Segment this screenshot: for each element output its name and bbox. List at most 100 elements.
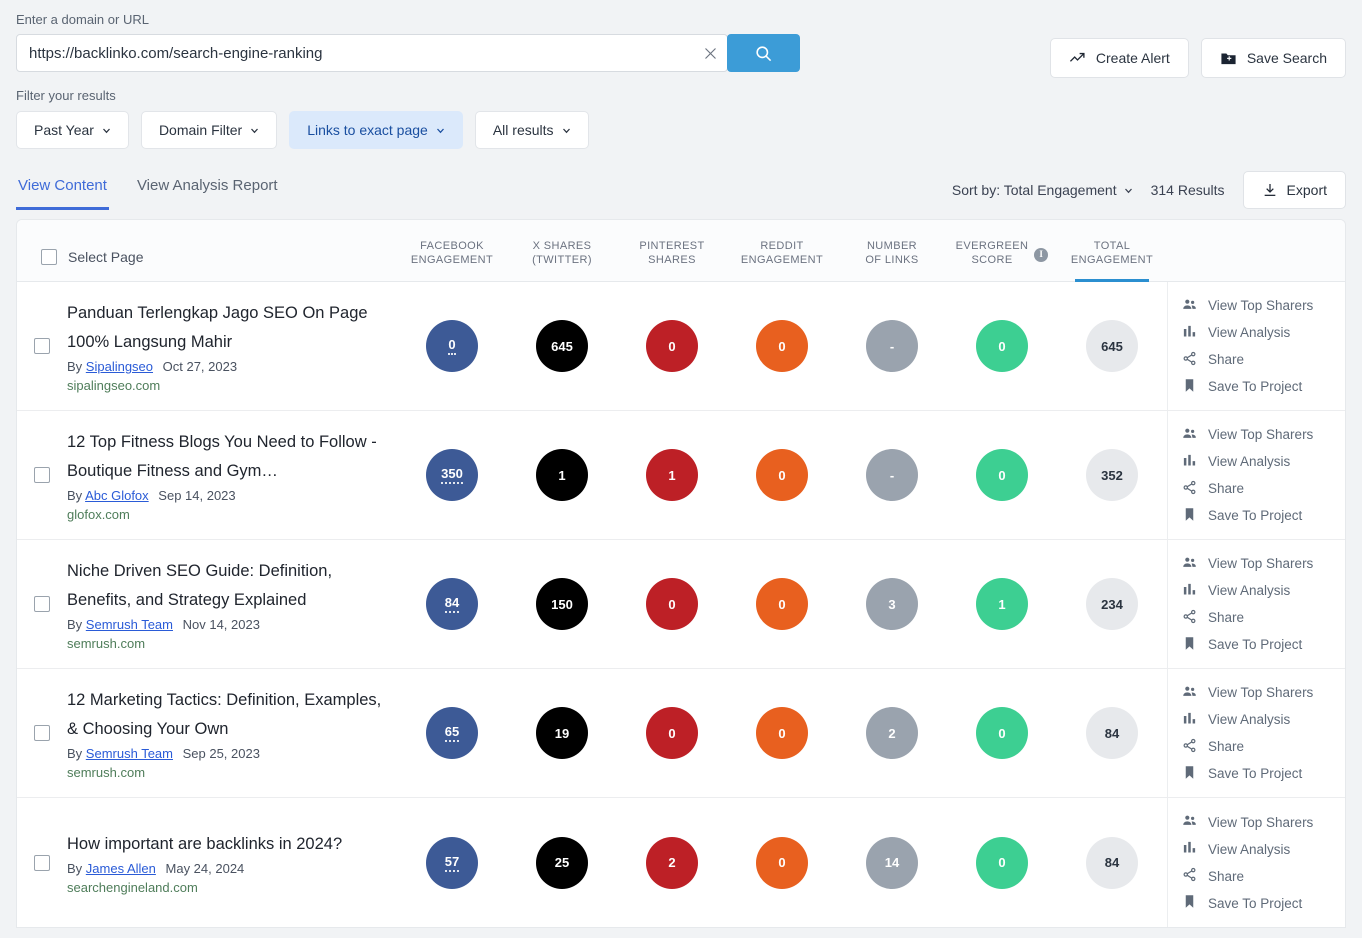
create-alert-button[interactable]: Create Alert xyxy=(1050,38,1189,78)
row-action-share[interactable]: Share xyxy=(1182,480,1345,498)
metric-bubble-total-engagement[interactable]: 645 xyxy=(1086,320,1138,372)
row-action-share[interactable]: Share xyxy=(1182,351,1345,369)
metric-bubble-evergreen-score[interactable]: 0 xyxy=(976,837,1028,889)
row-action-users[interactable]: View Top Sharers xyxy=(1182,297,1345,315)
save-search-button[interactable]: Save Search xyxy=(1201,38,1346,78)
row-author-link[interactable]: Abc Glofox xyxy=(85,488,149,503)
row-action-share[interactable]: Share xyxy=(1182,609,1345,627)
filter-chip-links-to-exact-page[interactable]: Links to exact page xyxy=(289,111,463,149)
metric-bubble-reddit-engagement[interactable]: 0 xyxy=(756,837,808,889)
row-action-bar-chart[interactable]: View Analysis xyxy=(1182,840,1345,858)
metric-bubble-evergreen-score[interactable]: 0 xyxy=(976,320,1028,372)
metric-bubble-facebook-engagement[interactable]: 350 xyxy=(426,449,478,501)
metric-bubble-number-of-links[interactable]: - xyxy=(866,320,918,372)
metric-bubble-facebook-engagement[interactable]: 84 xyxy=(426,578,478,630)
metric-bubble-evergreen-score[interactable]: 0 xyxy=(976,707,1028,759)
column-header-total-engagement[interactable]: TOTAL ENGAGEMENT xyxy=(1057,239,1167,281)
row-action-bookmark[interactable]: Save To Project xyxy=(1182,507,1345,525)
row-action-users[interactable]: View Top Sharers xyxy=(1182,684,1345,702)
metric-bubble-x-shares[interactable]: 150 xyxy=(536,578,588,630)
select-page-checkbox[interactable] xyxy=(41,249,57,265)
metric-bubble-total-engagement[interactable]: 234 xyxy=(1086,578,1138,630)
row-title[interactable]: 12 Top Fitness Blogs You Need to Follow … xyxy=(67,428,383,485)
row-action-share[interactable]: Share xyxy=(1182,738,1345,756)
row-checkbox[interactable] xyxy=(34,855,50,871)
column-header-pinterest-shares[interactable]: PINTEREST SHARES xyxy=(617,239,727,281)
metric-bubble-total-engagement[interactable]: 84 xyxy=(1086,837,1138,889)
metric-bubble-x-shares[interactable]: 19 xyxy=(536,707,588,759)
filter-chip-all-results[interactable]: All results xyxy=(475,111,589,149)
metric-bubble-pinterest-shares[interactable]: 2 xyxy=(646,837,698,889)
row-action-users[interactable]: View Top Sharers xyxy=(1182,426,1345,444)
row-checkbox[interactable] xyxy=(34,596,50,612)
row-action-bookmark[interactable]: Save To Project xyxy=(1182,636,1345,654)
metric-bubble-x-shares[interactable]: 1 xyxy=(536,449,588,501)
search-submit-button[interactable] xyxy=(727,34,800,72)
metric-bubble-number-of-links[interactable]: - xyxy=(866,449,918,501)
metric-bubble-facebook-engagement[interactable]: 0 xyxy=(426,320,478,372)
metric-bubble-pinterest-shares[interactable]: 0 xyxy=(646,707,698,759)
column-header-facebook-engagement[interactable]: FACEBOOK ENGAGEMENT xyxy=(397,239,507,281)
row-author-link[interactable]: Semrush Team xyxy=(86,746,173,761)
row-action-bar-chart[interactable]: View Analysis xyxy=(1182,582,1345,600)
row-checkbox[interactable] xyxy=(34,725,50,741)
metric-bubble-number-of-links[interactable]: 3 xyxy=(866,578,918,630)
tab-view-analysis-report[interactable]: View Analysis Report xyxy=(135,171,280,210)
row-action-label: Save To Project xyxy=(1208,637,1302,652)
filter-chip-domain-filter[interactable]: Domain Filter xyxy=(141,111,277,149)
metric-bubble-reddit-engagement[interactable]: 0 xyxy=(756,449,808,501)
row-action-bar-chart[interactable]: View Analysis xyxy=(1182,711,1345,729)
column-header-evergreen-score[interactable]: EVERGREEN SCORE i xyxy=(947,239,1057,281)
row-domain[interactable]: searchengineland.com xyxy=(67,880,383,895)
metric-bubble-x-shares[interactable]: 25 xyxy=(536,837,588,889)
row-domain[interactable]: semrush.com xyxy=(67,636,383,651)
metric-bubble-pinterest-shares[interactable]: 0 xyxy=(646,578,698,630)
metric-bubble-pinterest-shares[interactable]: 1 xyxy=(646,449,698,501)
filter-chip-past-year[interactable]: Past Year xyxy=(16,111,129,149)
row-checkbox[interactable] xyxy=(34,338,50,354)
metric-bubble-facebook-engagement[interactable]: 57 xyxy=(426,837,478,889)
export-button[interactable]: Export xyxy=(1243,171,1346,209)
metric-bubble-number-of-links[interactable]: 2 xyxy=(866,707,918,759)
search-input[interactable] xyxy=(17,35,693,71)
row-title[interactable]: Niche Driven SEO Guide: Definition, Bene… xyxy=(67,557,383,614)
column-header-number-of-links[interactable]: NUMBER OF LINKS xyxy=(837,239,947,281)
metric-bubble-reddit-engagement[interactable]: 0 xyxy=(756,320,808,372)
row-author-link[interactable]: Semrush Team xyxy=(86,617,173,632)
metric-bubble-reddit-engagement[interactable]: 0 xyxy=(756,707,808,759)
row-title[interactable]: How important are backlinks in 2024? xyxy=(67,830,383,858)
close-icon[interactable] xyxy=(693,35,727,71)
metric-bubble-reddit-engagement[interactable]: 0 xyxy=(756,578,808,630)
row-action-share[interactable]: Share xyxy=(1182,867,1345,885)
row-author-link[interactable]: Sipalingseo xyxy=(86,359,153,374)
row-action-users[interactable]: View Top Sharers xyxy=(1182,555,1345,573)
column-header-reddit-engagement[interactable]: REDDIT ENGAGEMENT xyxy=(727,239,837,281)
metric-bubble-evergreen-score[interactable]: 1 xyxy=(976,578,1028,630)
metric-bubble-pinterest-shares[interactable]: 0 xyxy=(646,320,698,372)
row-action-users[interactable]: View Top Sharers xyxy=(1182,813,1345,831)
info-icon[interactable]: i xyxy=(1034,248,1048,262)
row-title[interactable]: Panduan Terlengkap Jago SEO On Page 100%… xyxy=(67,299,383,356)
row-action-bookmark[interactable]: Save To Project xyxy=(1182,894,1345,912)
row-action-bookmark[interactable]: Save To Project xyxy=(1182,765,1345,783)
row-domain[interactable]: sipalingseo.com xyxy=(67,378,383,393)
sort-by-dropdown[interactable]: Sort by: Total Engagement xyxy=(952,182,1133,198)
tab-view-content[interactable]: View Content xyxy=(16,171,109,210)
row-domain[interactable]: semrush.com xyxy=(67,765,383,780)
row-title[interactable]: 12 Marketing Tactics: Definition, Exampl… xyxy=(67,686,383,743)
row-action-bar-chart[interactable]: View Analysis xyxy=(1182,324,1345,342)
filters-label: Filter your results xyxy=(16,88,1362,103)
row-author-link[interactable]: James Allen xyxy=(86,861,156,876)
metric-bubble-facebook-engagement[interactable]: 65 xyxy=(426,707,478,759)
row-action-bookmark[interactable]: Save To Project xyxy=(1182,378,1345,396)
metric-bubble-total-engagement[interactable]: 84 xyxy=(1086,707,1138,759)
row-action-bar-chart[interactable]: View Analysis xyxy=(1182,453,1345,471)
metric-bubble-evergreen-score[interactable]: 0 xyxy=(976,449,1028,501)
metric-bubble-total-engagement[interactable]: 352 xyxy=(1086,449,1138,501)
row-domain[interactable]: glofox.com xyxy=(67,507,383,522)
metric-bubble-x-shares[interactable]: 645 xyxy=(536,320,588,372)
users-icon xyxy=(1182,555,1197,573)
metric-bubble-number-of-links[interactable]: 14 xyxy=(866,837,918,889)
column-header-x-shares[interactable]: X SHARES (TWITTER) xyxy=(507,239,617,281)
row-checkbox[interactable] xyxy=(34,467,50,483)
